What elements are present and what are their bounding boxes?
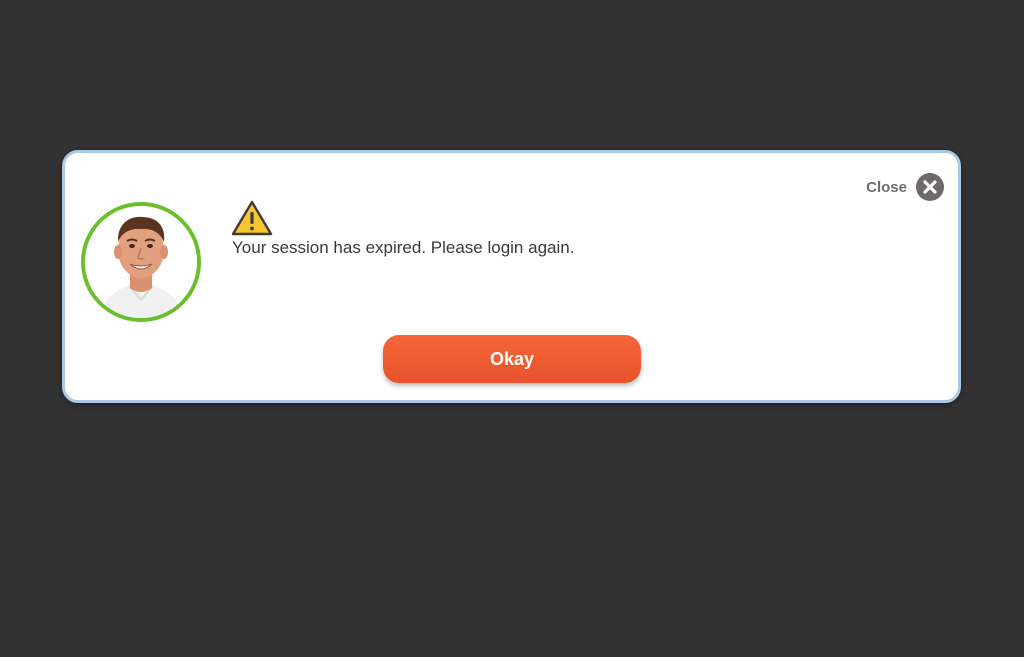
close-icon[interactable] [916,173,944,201]
close-button[interactable]: Close [866,173,944,201]
okay-button[interactable]: Okay [383,335,641,383]
avatar [81,202,201,322]
session-expired-message: Your session has expired. Please login a… [232,238,575,257]
warning-icon [231,200,273,236]
session-expired-dialog: Close Your session has expired. Please l… [62,150,961,403]
close-label: Close [866,178,907,196]
